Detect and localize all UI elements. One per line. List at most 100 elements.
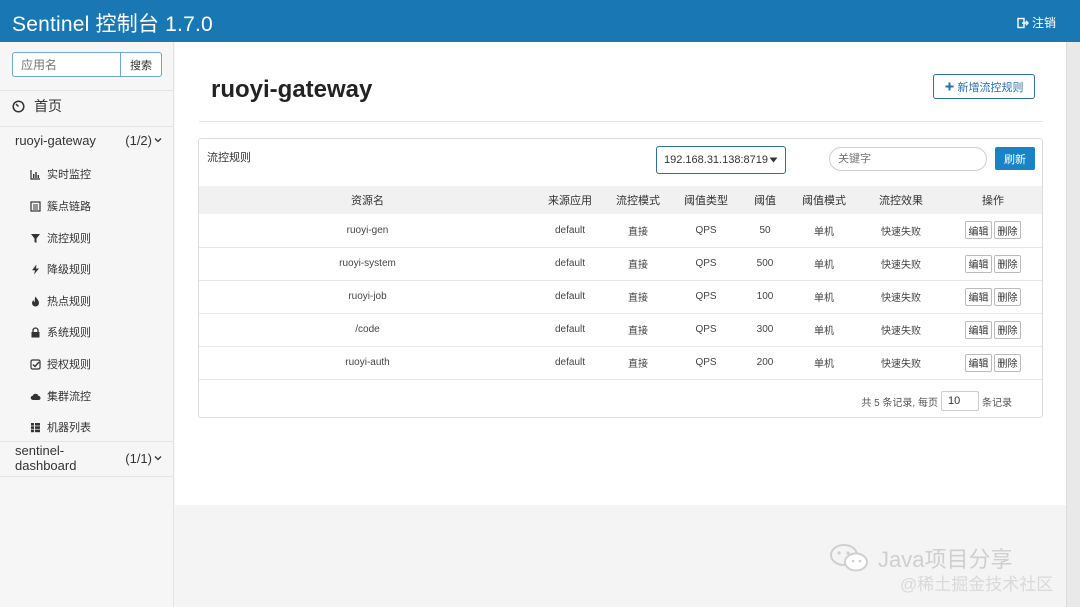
keyword-input[interactable] — [829, 147, 987, 171]
table-header-row: 资源名 来源应用 流控模式 阈值类型 阈值 阈值模式 流控效果 操作 — [199, 186, 1042, 214]
edit-button[interactable]: 编辑 — [965, 320, 992, 339]
sidebar-item-label: 降级规则 — [47, 264, 91, 276]
panel-title: 流控规则 — [207, 152, 251, 164]
column-header: 流控效果 — [858, 186, 944, 214]
edit-button[interactable]: 编辑 — [965, 287, 992, 306]
actions-cell: 编辑 删除 — [944, 280, 1042, 314]
column-header: 资源名 — [199, 186, 536, 214]
pagination: 共 5 条记录, 每页 条记录 — [861, 391, 1012, 411]
strategy-cell: 直接 — [604, 280, 672, 314]
delete-button[interactable]: 删除 — [994, 353, 1021, 372]
bar-chart-icon — [30, 169, 40, 180]
check-icon — [30, 358, 41, 370]
table-row: /code default 直接 QPS 300 单机 快速失败 编辑 删除 — [199, 313, 1042, 347]
count-cell: 100 — [740, 280, 790, 314]
delete-button[interactable]: 删除 — [994, 287, 1021, 306]
sidebar-item-authority-rules[interactable]: 授权规则 — [30, 356, 91, 372]
sign-out-icon — [1017, 17, 1029, 28]
list-icon — [30, 200, 41, 212]
sidebar-item-flow-rules[interactable]: 流控规则 — [30, 230, 91, 246]
add-flow-rule-button[interactable]: 新增流控规则 — [933, 74, 1035, 99]
grade-cell: QPS — [672, 214, 740, 248]
logout-link[interactable]: 注销 — [1017, 14, 1056, 31]
actions-cell: 编辑 删除 — [944, 346, 1042, 380]
app-name: sentinel-dashboard — [15, 443, 77, 473]
page-size-input[interactable] — [941, 391, 979, 411]
limit-app-cell: default — [536, 214, 604, 248]
main-content: ruoyi-gateway 新增流控规则 流控规则 192.168.31.138… — [175, 42, 1066, 505]
sidebar-item-label: 授权规则 — [47, 359, 91, 371]
watermark-source: @稀土掘金技术社区 — [900, 575, 1054, 594]
limit-app-cell: default — [536, 247, 604, 281]
lock-icon — [31, 326, 40, 337]
limit-app-cell: default — [536, 313, 604, 347]
cluster-mode-cell: 单机 — [790, 247, 858, 281]
control-behavior-cell: 快速失败 — [858, 247, 944, 281]
sidebar-item-label: 流控规则 — [47, 233, 91, 245]
app-search-input[interactable] — [12, 52, 120, 77]
sidebar-item-machine-list[interactable]: 机器列表 — [30, 419, 91, 435]
logout-label: 注销 — [1031, 16, 1056, 30]
cluster-mode-cell: 单机 — [790, 280, 858, 314]
top-navbar: Sentinel 控制台 1.7.0 注销 — [0, 0, 1080, 42]
sidebar-item-home[interactable]: 首页 — [12, 96, 62, 116]
table-row: ruoyi-auth default 直接 QPS 200 单机 快速失败 编辑… — [199, 346, 1042, 380]
table-row: ruoyi-system default 直接 QPS 500 单机 快速失败 … — [199, 247, 1042, 281]
machine-select-value: 192.168.31.138:8719 — [664, 154, 768, 166]
app-title[interactable]: Sentinel 控制台 1.7.0 — [12, 8, 213, 38]
table-row: ruoyi-job default 直接 QPS 100 单机 快速失败 编辑删… — [199, 280, 1042, 314]
refresh-button[interactable]: 刷新 — [995, 147, 1035, 170]
scrollbar-track[interactable] — [1066, 42, 1080, 607]
resource-cell: /code — [199, 313, 536, 347]
pager-total-text: 共 5 条记录, 每页 — [861, 397, 938, 409]
wechat-icon — [830, 544, 868, 572]
sidebar-item-label: 机器列表 — [47, 422, 91, 434]
edit-button[interactable]: 编辑 — [965, 254, 992, 273]
page-title: ruoyi-gateway — [211, 76, 373, 103]
sidebar-item-hotspot-rules[interactable]: 热点规则 — [30, 293, 91, 309]
sidebar-item-label: 系统规则 — [47, 327, 91, 339]
column-header: 阈值类型 — [672, 186, 740, 214]
divider — [0, 90, 173, 91]
sidebar-item-cluster-point-link[interactable]: 簇点链路 — [30, 198, 91, 214]
limit-app-cell: default — [536, 280, 604, 314]
grade-cell: QPS — [672, 313, 740, 347]
resource-cell: ruoyi-auth — [199, 346, 536, 380]
sidebar-item-degrade-rules[interactable]: 降级规则 — [30, 261, 91, 277]
edit-button[interactable]: 编辑 — [965, 353, 992, 372]
actions-cell: 编辑 删除 — [944, 313, 1042, 347]
control-behavior-cell: 快速失败 — [858, 346, 944, 380]
divider — [0, 476, 173, 477]
sidebar-item-label: 实时监控 — [47, 169, 91, 181]
actions-cell: 编辑 删除 — [944, 247, 1042, 281]
pager-unit-text: 条记录 — [982, 397, 1012, 409]
watermark: Java项目分享 @稀土掘金技术社区 — [828, 542, 1053, 594]
flow-rules-table: 资源名 来源应用 流控模式 阈值类型 阈值 阈值模式 流控效果 操作 ruoyi… — [199, 186, 1042, 380]
delete-button[interactable]: 删除 — [994, 221, 1021, 240]
machine-select[interactable]: 192.168.31.138:8719 — [656, 146, 786, 174]
edit-button[interactable]: 编辑 — [965, 221, 992, 240]
sidebar-item-system-rules[interactable]: 系统规则 — [30, 324, 91, 340]
app-name: ruoyi-gateway — [15, 132, 96, 148]
app-search: 搜索 — [12, 52, 162, 77]
delete-button[interactable]: 删除 — [994, 320, 1021, 339]
app-search-button[interactable]: 搜索 — [120, 52, 162, 77]
caret-down-icon — [769, 157, 778, 163]
column-header: 操作 — [944, 186, 1042, 214]
app-group-ruoyi-gateway[interactable]: ruoyi-gateway (1/2) — [0, 126, 174, 154]
strategy-cell: 直接 — [604, 247, 672, 281]
cluster-mode-cell: 单机 — [790, 214, 858, 248]
app-group-sentinel-dashboard[interactable]: sentinel-dashboard (1/1) — [0, 443, 174, 473]
divider — [199, 121, 1043, 122]
sidebar-item-label: 集群流控 — [47, 391, 91, 403]
grade-cell: QPS — [672, 280, 740, 314]
resource-cell: ruoyi-system — [199, 247, 536, 281]
sidebar-item-cluster-flow[interactable]: 集群流控 — [30, 388, 91, 404]
column-header: 流控模式 — [604, 186, 672, 214]
sidebar-item-realtime-monitor[interactable]: 实时监控 — [30, 166, 91, 182]
strategy-cell: 直接 — [604, 214, 672, 248]
delete-button[interactable]: 删除 — [994, 254, 1021, 273]
count-cell: 200 — [740, 346, 790, 380]
control-behavior-cell: 快速失败 — [858, 280, 944, 314]
resource-cell: ruoyi-gen — [199, 214, 536, 248]
